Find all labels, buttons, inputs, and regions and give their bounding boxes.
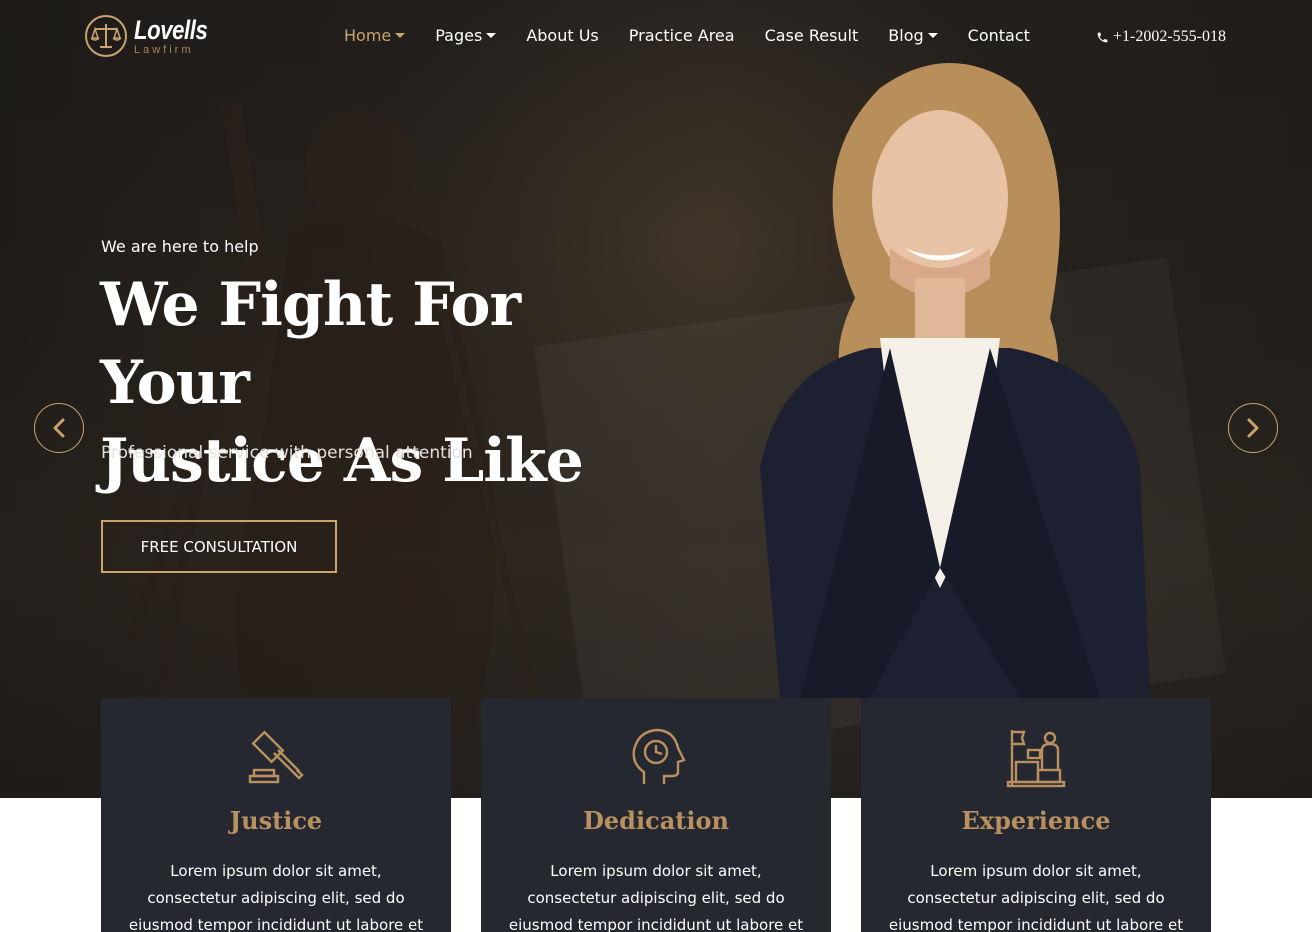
caret-down-icon [927,33,938,38]
hero-headline: We Fight For Your Justice As Like [100,266,660,500]
feature-text: Lorem ipsum dolor sit amet, consectetur … [888,862,1184,932]
nav-item-blog[interactable]: Blog [888,26,938,45]
brand-logo[interactable]: Lovells Lawfirm [84,14,224,58]
caret-down-icon [486,33,497,38]
nav-item-label: Pages [435,26,483,45]
free-consultation-button[interactable]: FREE CONSULTATION [101,520,337,573]
feature-card-justice: Justice Lorem ipsum dolor sit amet, cons… [101,698,451,932]
feature-title: Dedication [583,806,729,835]
main-menu: Home Pages About Us Practice Area Case R… [344,26,1060,45]
gavel-icon [248,730,304,784]
feature-card-experience: Experience Lorem ipsum dolor sit amet, c… [861,698,1211,932]
brand-tagline: Lawfirm [134,43,194,56]
nav-item-case-result[interactable]: Case Result [765,26,859,45]
scales-logo-icon [85,15,127,57]
top-navbar: Lovells Lawfirm Home Pages About Us Prac… [0,0,1312,75]
phone-link[interactable]: +1-2002-555-018 [1096,28,1226,46]
lawyer-portrait [760,63,1150,698]
chevron-right-icon [1247,418,1259,438]
feature-title: Justice [229,806,323,835]
feature-text: Lorem ipsum dolor sit amet, consectetur … [508,862,804,932]
hero-subline: Professional service with personal atten… [101,443,473,463]
nav-item-label: Contact [967,26,1030,45]
nav-item-label: Blog [888,26,924,45]
caret-down-icon [395,33,406,38]
phone-number: +1-2002-555-018 [1113,28,1227,45]
feature-text: Lorem ipsum dolor sit amet, consectetur … [128,862,424,932]
feature-title: Experience [961,806,1111,835]
hero-eyebrow: We are here to help [101,237,259,256]
feature-cards: Justice Lorem ipsum dolor sit amet, cons… [101,698,1211,932]
head-clock-icon [632,728,686,784]
nav-item-practice-area[interactable]: Practice Area [629,26,735,45]
nav-item-home[interactable]: Home [344,26,406,45]
brand-name: Lovells [134,14,208,45]
chevron-left-icon [53,418,65,438]
phone-icon [1097,32,1108,42]
nav-item-label: About Us [526,26,599,45]
hero-headline-line-1: We Fight For Your [100,270,521,418]
nav-item-pages[interactable]: Pages [435,26,497,45]
slider-prev-button[interactable] [34,403,84,453]
nav-item-label: Home [344,26,392,45]
feature-card-dedication: Dedication Lorem ipsum dolor sit amet, c… [481,698,831,932]
nav-item-label: Case Result [764,26,859,45]
slider-next-button[interactable] [1228,403,1278,453]
nav-item-about-us[interactable]: About Us [526,26,598,45]
nav-item-contact[interactable]: Contact [968,26,1030,45]
nav-item-label: Practice Area [628,26,735,45]
podium-icon [1006,730,1066,788]
